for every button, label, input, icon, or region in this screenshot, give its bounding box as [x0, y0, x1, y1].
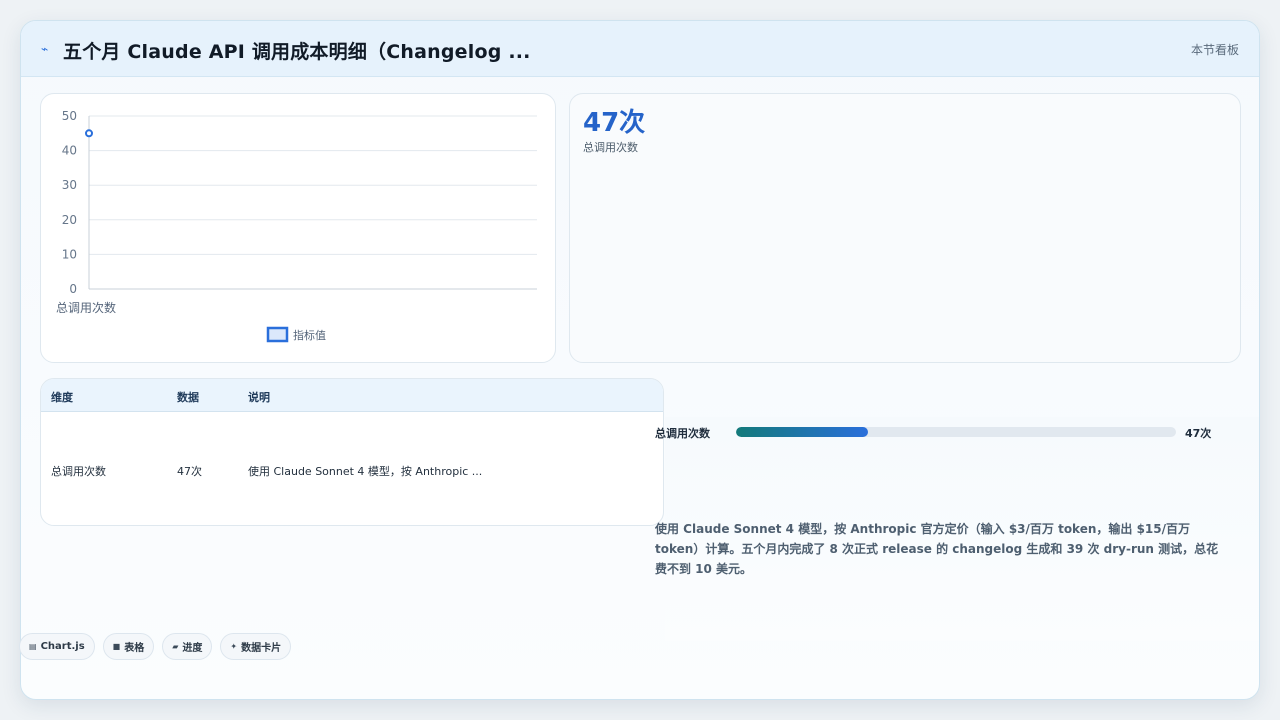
data-table: 维度 数据 说明 总调用次数 47次 使用 Claude Sonnet 4 模型…	[40, 378, 664, 526]
tag-label: 进度	[182, 643, 203, 654]
chart-icon: ▤	[29, 642, 37, 651]
section-board-link[interactable]: 本节看板	[1191, 41, 1239, 58]
tag-data-card[interactable]: ✦ 数据卡片	[220, 633, 292, 660]
y-tick-label: 10	[62, 247, 77, 261]
progress-value: 47次	[1185, 427, 1212, 440]
dashboard-panel: ⌁ 五个月 Claude API 调用成本明细（Changelog ... 本节…	[20, 20, 1260, 700]
table-header: 维度 数据 说明	[41, 379, 663, 412]
tag-label: Chart.js	[40, 641, 85, 652]
tag-label: 数据卡片	[241, 643, 282, 654]
tag-progress[interactable]: ▰ 进度	[162, 633, 213, 660]
metric-value: 47次	[583, 108, 646, 138]
metric-card: 47次 总调用次数	[569, 93, 1241, 363]
scatter-chart: 0 10 20 30 40 50 总调用次数指标值	[56, 109, 537, 343]
cell-data: 47次	[177, 465, 202, 478]
tag-table[interactable]: ■ 表格	[102, 633, 155, 660]
chart-card: 0 10 20 30 40 50 总调用次数指标值	[40, 93, 556, 363]
progress-bar	[736, 427, 1176, 437]
tag-chartjs[interactable]: ▤ Chart.js	[19, 633, 95, 660]
table-icon: ■	[112, 642, 121, 651]
y-tick-label: 30	[62, 178, 77, 192]
progress-icon: ▰	[172, 642, 179, 651]
y-tick-label: 20	[62, 213, 77, 227]
column-header-data: 数据	[177, 391, 199, 404]
column-header-description: 说明	[248, 391, 270, 404]
tag-list: ▤ Chart.js ■ 表格 ▰ 进度 ✦ 数据卡片	[19, 633, 292, 660]
tag-label: 表格	[124, 643, 145, 654]
x-tick-label: 总调用次数	[56, 300, 116, 315]
sparkline-icon: ⌁	[41, 42, 49, 56]
legend-label: 指标值	[293, 328, 326, 342]
progress-fill	[736, 427, 868, 437]
progress-label: 总调用次数	[655, 427, 710, 440]
y-tick-label: 0	[69, 282, 77, 296]
y-tick-label: 40	[62, 144, 77, 158]
column-header-dimension: 维度	[51, 391, 73, 404]
page-title: 五个月 Claude API 调用成本明细（Changelog ...	[63, 41, 531, 63]
data-point	[85, 129, 93, 138]
card-icon: ✦	[230, 642, 238, 651]
legend-swatch	[266, 326, 289, 343]
y-tick-label: 50	[62, 109, 77, 123]
cell-description: 使用 Claude Sonnet 4 模型，按 Anthropic ...	[248, 465, 483, 478]
description-note: 使用 Claude Sonnet 4 模型，按 Anthropic 官方定价（输…	[655, 522, 1219, 576]
metric-label: 总调用次数	[583, 141, 638, 154]
cell-dimension: 总调用次数	[51, 465, 106, 478]
panel-header: ⌁ 五个月 Claude API 调用成本明细（Changelog ... 本节…	[21, 21, 1259, 77]
